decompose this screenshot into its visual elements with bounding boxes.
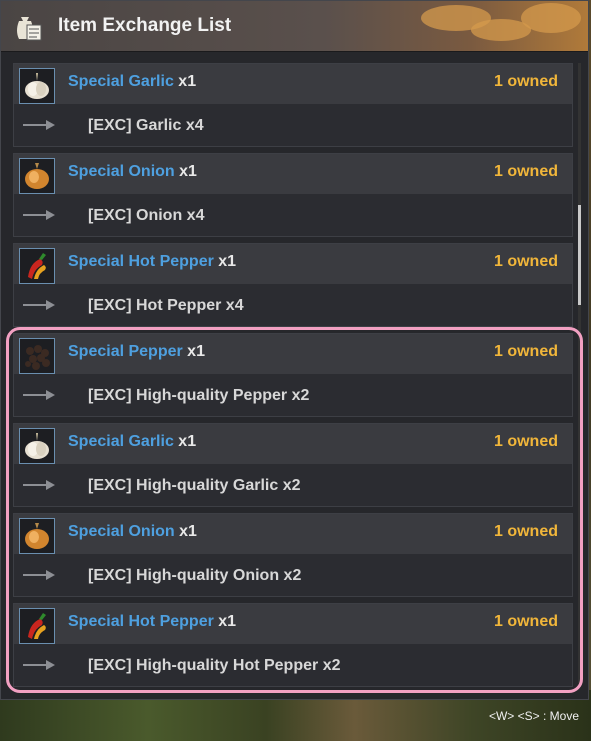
item-name: Special Hot Pepper x1	[68, 253, 236, 271]
item-qty: x1	[178, 73, 197, 90]
exchange-item-qty: x4	[185, 117, 204, 134]
move-hint: <W> <S> : Move	[488, 709, 579, 723]
title-bar[interactable]: Item Exchange List	[1, 1, 588, 52]
exchange-entry[interactable]: Special Onion x1 1 owned [EXC] Onion x4	[13, 153, 573, 237]
garlic-icon	[20, 73, 54, 107]
exchange-entry[interactable]: Special Garlic x1 1 owned [EXC] Garlic x…	[13, 63, 573, 147]
item-name-text: Special Onion	[68, 163, 175, 180]
item-name: Special Garlic x1	[68, 73, 196, 91]
owned-count: 1 owned	[493, 253, 558, 270]
exchange-item-qty: x4	[225, 297, 244, 314]
item-icon-slot[interactable]	[19, 158, 55, 194]
item-name-text: Special Garlic	[68, 73, 174, 90]
item-icon-slot[interactable]	[19, 248, 55, 284]
item-qty: x1	[218, 253, 237, 270]
item-exchange-window: Item Exchange List Special Garlic x1 1 o…	[0, 0, 589, 700]
exchange-result: [EXC] Garlic x4	[88, 117, 204, 135]
hot-pepper-icon	[20, 253, 54, 287]
sack-scroll-icon	[17, 17, 42, 41]
entry-header: Special Hot Pepper x1 1 owned	[14, 244, 572, 284]
item-name-text: Special Hot Pepper	[68, 253, 214, 270]
exchange-item-name: [EXC] Hot Pepper	[88, 297, 222, 314]
owned-count: 1 owned	[493, 73, 558, 90]
exchange-result: [EXC] Hot Pepper x4	[88, 297, 244, 315]
arrow-right-icon	[23, 300, 55, 310]
selection-highlight	[6, 327, 583, 693]
entry-header: Special Garlic x1 1 owned	[14, 64, 572, 104]
exchange-item-name: [EXC] Garlic	[88, 117, 182, 134]
arrow-right-icon	[23, 210, 55, 220]
exchange-item-name: [EXC] Onion	[88, 207, 183, 224]
exchange-item-qty: x4	[186, 207, 205, 224]
exchange-entry[interactable]: Special Hot Pepper x1 1 owned [EXC] Hot …	[13, 243, 573, 327]
cloud-decoration	[521, 3, 581, 33]
scrollbar-thumb[interactable]	[578, 205, 581, 305]
item-name: Special Onion x1	[68, 163, 197, 181]
window-title: Item Exchange List	[58, 15, 232, 36]
item-qty: x1	[179, 163, 197, 180]
exchange-result: [EXC] Onion x4	[88, 207, 204, 225]
arrow-right-icon	[23, 120, 55, 130]
entry-header: Special Onion x1 1 owned	[14, 154, 572, 194]
owned-count: 1 owned	[493, 163, 558, 180]
item-icon-slot[interactable]	[19, 68, 55, 104]
onion-icon	[20, 163, 54, 197]
